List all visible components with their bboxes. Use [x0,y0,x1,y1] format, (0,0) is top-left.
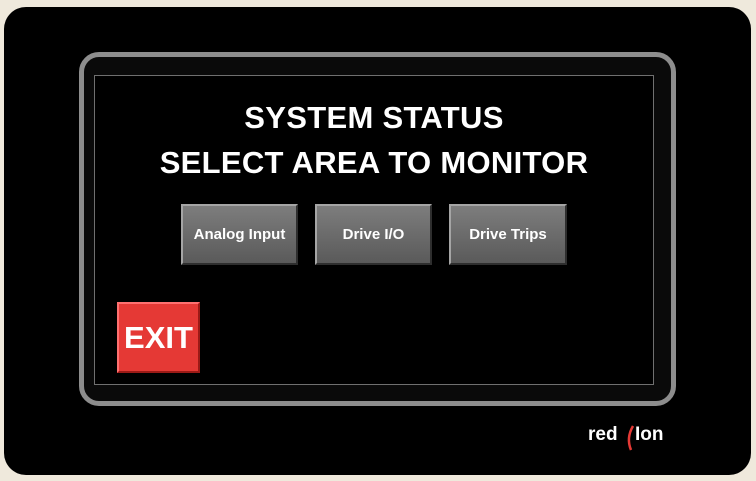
analog-input-button[interactable]: Analog Input [181,204,298,265]
red-lion-logo-icon [627,425,635,451]
drive-trips-button[interactable]: Drive Trips [449,204,567,265]
logo-text-lion: I⁠on [635,424,664,445]
red-lion-logo: red I⁠on [584,420,684,451]
page-subtitle: SELECT AREA TO MONITOR [159,145,589,180]
exit-button[interactable]: EXIT [117,302,200,373]
page-title: SYSTEM STATUS [244,100,504,135]
drive-io-button[interactable]: Drive I/O [315,204,432,265]
